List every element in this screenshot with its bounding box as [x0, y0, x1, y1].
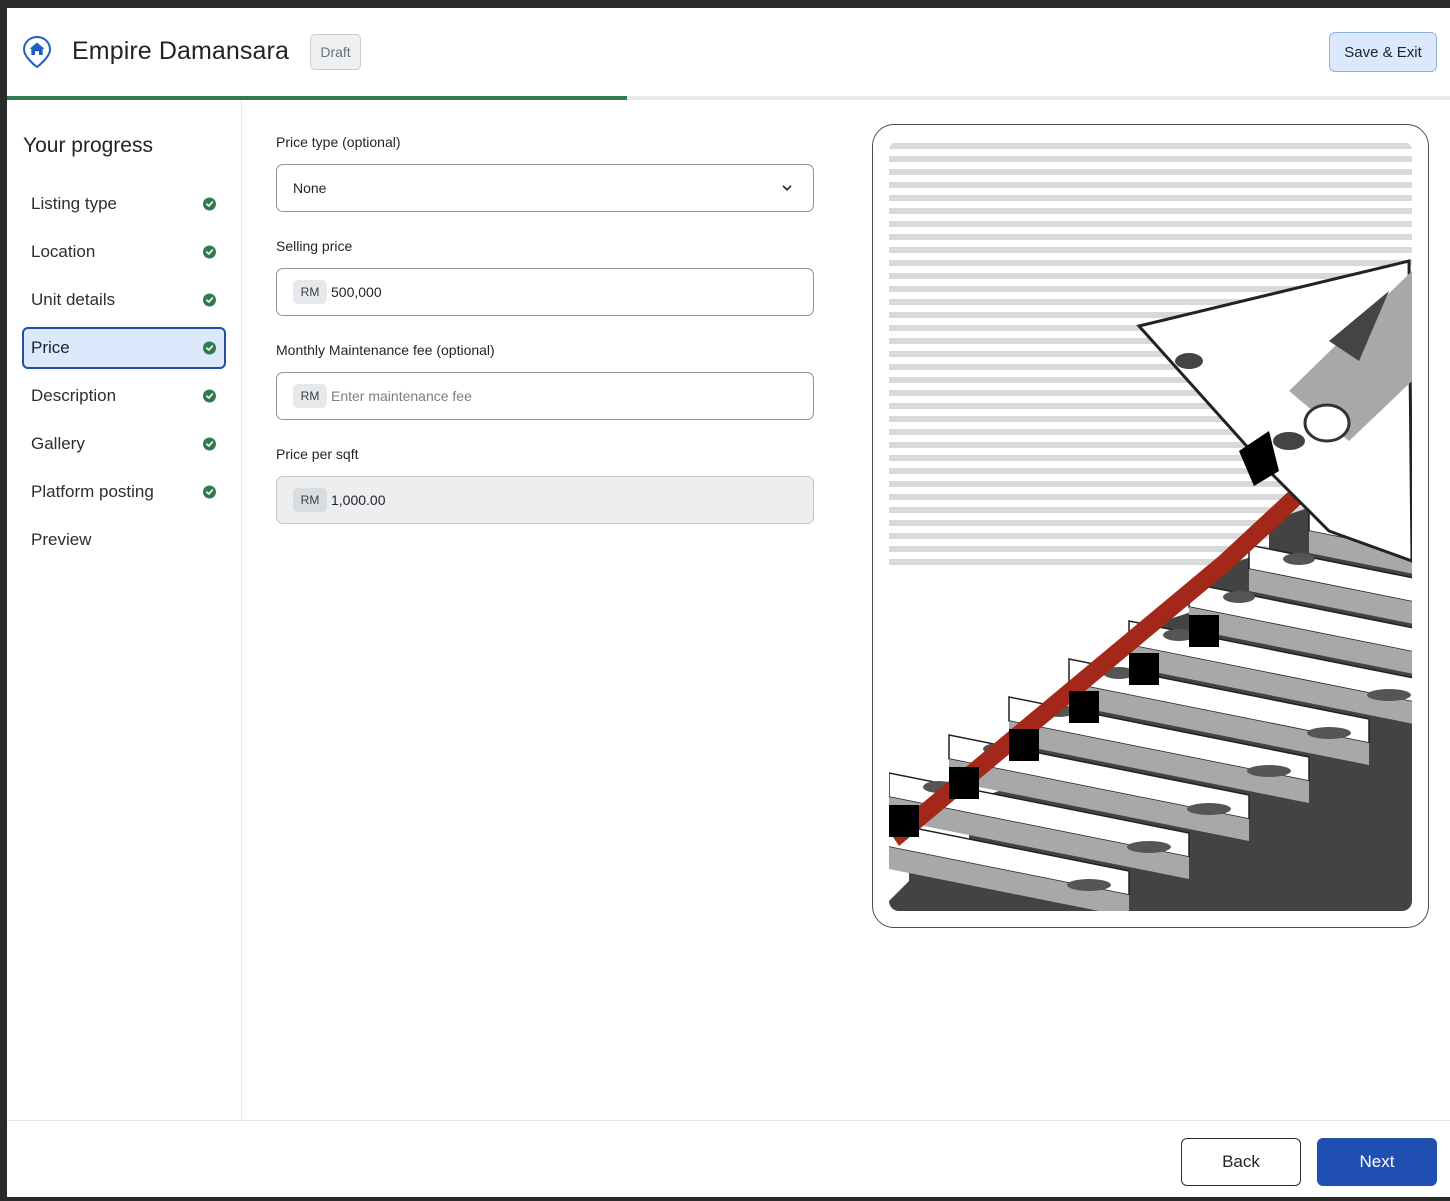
- save-and-exit-button[interactable]: Save & Exit: [1329, 32, 1437, 72]
- footer: Back Next: [7, 1120, 1450, 1197]
- sidebar-item-unit-details[interactable]: Unit details: [22, 279, 226, 321]
- sidebar-item-label: Unit details: [31, 290, 116, 309]
- maintenance-fee-field[interactable]: RM: [276, 372, 814, 420]
- sidebar-item-label: Description: [31, 386, 117, 405]
- sidebar-item-label: Location: [31, 242, 96, 261]
- maintenance-fee-input[interactable]: [331, 388, 771, 404]
- status-badge: Draft: [310, 34, 361, 70]
- price-type-label-text: Price type: [276, 134, 339, 150]
- price-per-sqft-field: RM: [276, 476, 814, 524]
- page-title: Empire Damansara: [72, 37, 289, 65]
- check-circle-icon: [203, 341, 216, 355]
- sidebar-item-label: Platform posting: [31, 482, 154, 501]
- check-circle-icon: [203, 293, 216, 307]
- back-button[interactable]: Back: [1181, 1138, 1301, 1186]
- header: Empire Damansara Draft Save & Exit: [7, 8, 1450, 96]
- sidebar-item-label: Gallery: [31, 434, 85, 453]
- listing-editor-window: Empire Damansara Draft Save & Exit Your …: [7, 8, 1450, 1197]
- currency-prefix: RM: [293, 384, 327, 408]
- illustration-art: [889, 143, 1412, 911]
- optional-tag: (optional): [342, 134, 401, 150]
- price-type-value: None: [293, 180, 327, 196]
- selling-price-field[interactable]: RM: [276, 268, 814, 316]
- screen-edge-left: [0, 0, 7, 1201]
- sidebar-item-platform-posting[interactable]: Platform posting: [22, 471, 226, 513]
- illustration-card: [872, 124, 1429, 928]
- currency-prefix: RM: [293, 280, 327, 304]
- sidebar-item-label: Listing type: [31, 194, 117, 213]
- selling-price-label: Selling price: [276, 238, 353, 254]
- check-circle-icon: [203, 485, 216, 499]
- sidebar-item-location[interactable]: Location: [22, 231, 226, 273]
- selling-price-input[interactable]: [331, 284, 771, 300]
- optional-tag: (optional): [436, 342, 495, 358]
- chevron-down-icon: [782, 185, 792, 191]
- sidebar-item-description[interactable]: Description: [22, 375, 226, 417]
- maintenance-fee-label: Monthly Maintenance fee (optional): [276, 342, 495, 358]
- sidebar-item-price[interactable]: Price: [22, 327, 226, 369]
- sidebar-item-label: Price: [31, 338, 70, 357]
- screen-edge-top: [0, 0, 1450, 8]
- next-button[interactable]: Next: [1317, 1138, 1437, 1186]
- sidebar: Your progress Listing type Location Unit…: [7, 100, 242, 1120]
- house-pin-icon: [23, 36, 51, 68]
- check-circle-icon: [203, 197, 216, 211]
- price-per-sqft-input: [331, 492, 771, 508]
- price-per-sqft-label: Price per sqft: [276, 446, 359, 462]
- currency-prefix: RM: [293, 488, 327, 512]
- check-circle-icon: [203, 437, 216, 451]
- sidebar-item-gallery[interactable]: Gallery: [22, 423, 226, 465]
- check-circle-icon: [203, 389, 216, 403]
- price-type-select[interactable]: None: [276, 164, 814, 212]
- sidebar-item-label: Preview: [31, 530, 92, 549]
- price-type-label: Price type (optional): [276, 134, 401, 150]
- maintenance-fee-label-text: Monthly Maintenance fee: [276, 342, 433, 358]
- sidebar-item-listing-type[interactable]: Listing type: [22, 183, 226, 225]
- price-staircase-illustration: [889, 141, 1412, 911]
- check-circle-icon: [203, 245, 216, 259]
- sidebar-title: Your progress: [23, 134, 153, 157]
- sidebar-item-preview[interactable]: Preview: [22, 519, 226, 561]
